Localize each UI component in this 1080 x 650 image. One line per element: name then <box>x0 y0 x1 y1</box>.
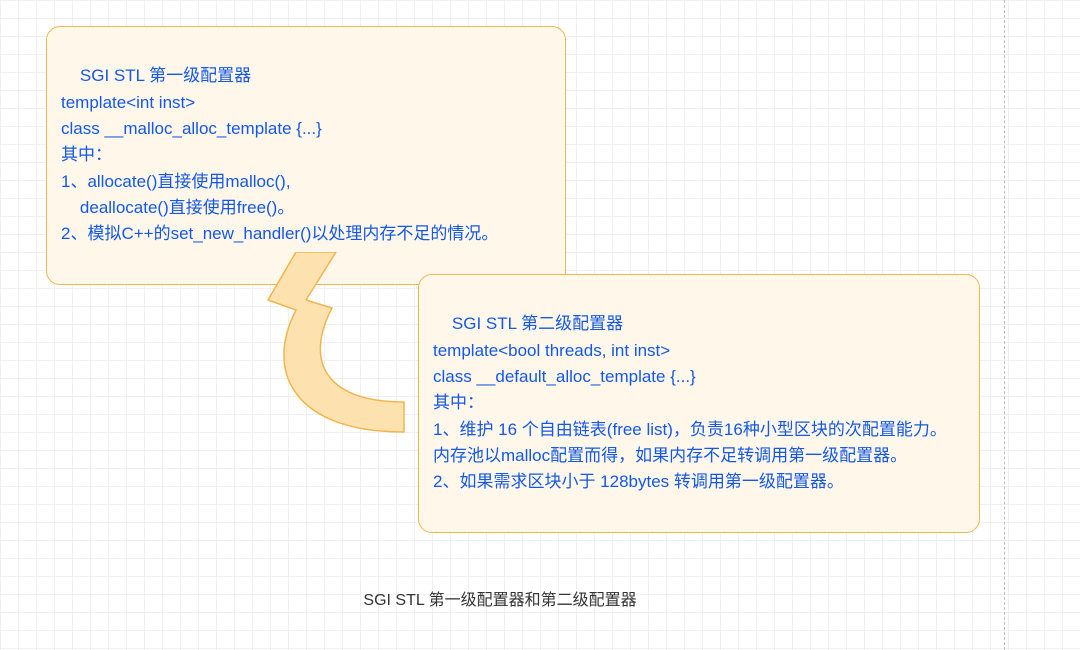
box1-text: SGI STL 第一级配置器 template<int inst> class … <box>61 66 498 243</box>
box-level1-allocator: SGI STL 第一级配置器 template<int inst> class … <box>46 26 566 285</box>
caption-text: SGI STL 第一级配置器和第二级配置器 <box>363 592 636 609</box>
box-level2-allocator: SGI STL 第二级配置器 template<bool threads, in… <box>418 274 980 533</box>
diagram-canvas: SGI STL 第一级配置器 template<int inst> class … <box>0 0 1080 650</box>
page-boundary-line <box>1004 0 1005 650</box>
box2-text: SGI STL 第二级配置器 template<bool threads, in… <box>433 314 947 491</box>
diagram-caption: SGI STL 第一级配置器和第二级配置器 <box>0 586 1000 610</box>
